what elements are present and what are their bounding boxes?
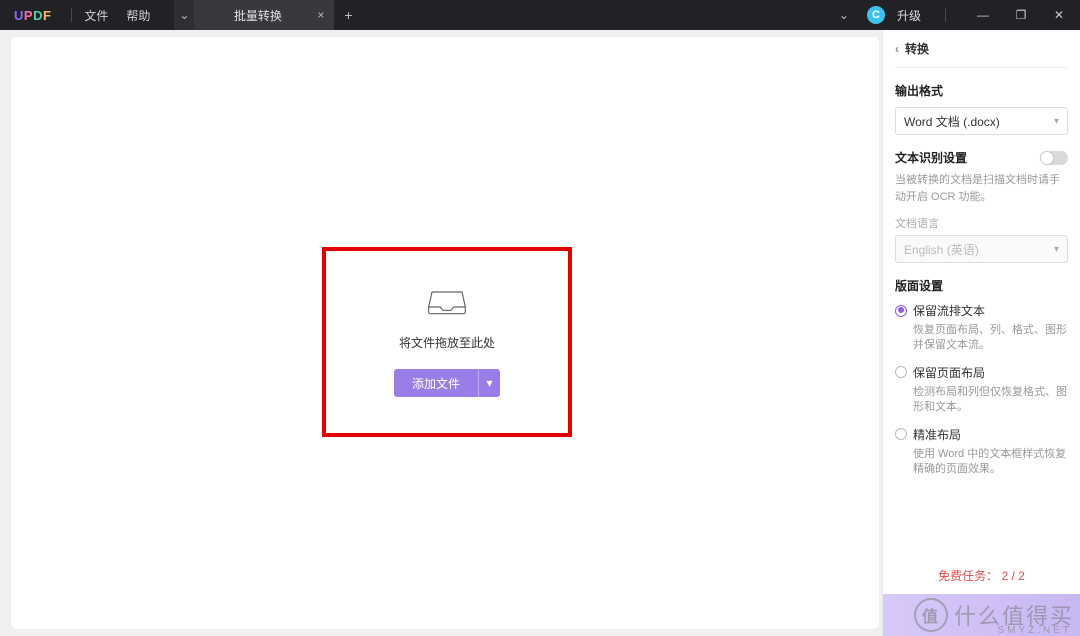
layout-option-desc: 检测布局和列但仅恢复格式、图形和文本。 bbox=[913, 385, 1068, 416]
separator bbox=[71, 8, 72, 22]
separator bbox=[945, 8, 946, 22]
layout-option-desc: 使用 Word 中的文本框样式恢复精确的页面效果。 bbox=[913, 447, 1068, 478]
inbox-icon bbox=[427, 287, 467, 320]
ocr-lang-value: English (英语) bbox=[904, 241, 979, 258]
layout-option-label: 保留页面布局 bbox=[913, 364, 985, 381]
layout-option-flow[interactable]: 保留流排文本 bbox=[895, 302, 1068, 319]
chevron-left-icon: ‹ bbox=[895, 42, 899, 56]
section-ocr: 文本识别设置 当被转换的文档是扫描文档时请手动开启 OCR 功能。 文档语言 E… bbox=[895, 149, 1068, 263]
tab-label: 批量转换 bbox=[214, 7, 301, 24]
radio-icon bbox=[895, 366, 907, 378]
tab-close-icon[interactable]: × bbox=[317, 8, 324, 22]
free-tasks-counter: 免费任务： 2 / 2 bbox=[895, 557, 1068, 594]
app-logo: UPDF bbox=[14, 8, 51, 23]
upgrade-button[interactable]: 升级 bbox=[897, 7, 921, 24]
chevron-down-icon: ▾ bbox=[1054, 116, 1059, 127]
ocr-hint: 当被转换的文档是扫描文档时请手动开启 OCR 功能。 bbox=[895, 172, 1068, 205]
tabs-overflow-icon[interactable]: ⌄ bbox=[833, 8, 855, 22]
titlebar-right: ⌄ C 升级 — ❐ ✕ bbox=[833, 6, 1072, 24]
chevron-down-icon: ▾ bbox=[1054, 244, 1059, 255]
section-layout: 版面设置 保留流排文本 恢复页面布局、列、格式、图形并保留文本流。 保留页面布局… bbox=[895, 277, 1068, 487]
tab-prev-button[interactable]: ⌄ bbox=[174, 0, 194, 30]
output-format-select[interactable]: Word 文档 (.docx) ▾ bbox=[895, 107, 1068, 135]
title-bar: UPDF 文件 帮助 ⌄ 批量转换 × + ⌄ C 升级 — ❐ ✕ bbox=[0, 0, 1080, 30]
dropzone-text: 将文件拖放至此处 bbox=[399, 334, 495, 351]
ocr-title: 文本识别设置 bbox=[895, 149, 967, 166]
radio-icon bbox=[895, 428, 907, 440]
output-format-title: 输出格式 bbox=[895, 82, 1068, 99]
ocr-toggle[interactable] bbox=[1040, 151, 1068, 165]
chevron-down-icon: ⌄ bbox=[179, 8, 189, 22]
tab-add-button[interactable]: + bbox=[334, 0, 362, 30]
layout-option-exact[interactable]: 精准布局 bbox=[895, 426, 1068, 443]
output-format-value: Word 文档 (.docx) bbox=[904, 113, 1000, 130]
panel-back[interactable]: ‹ 转换 bbox=[895, 40, 1068, 68]
layout-option-label: 保留流排文本 bbox=[913, 302, 985, 319]
user-avatar[interactable]: C bbox=[867, 6, 885, 24]
watermark-sub: SMYZ.NET bbox=[997, 625, 1072, 636]
layout-option-desc: 恢复页面布局、列、格式、图形并保留文本流。 bbox=[913, 323, 1068, 354]
workspace: 将文件拖放至此处 添加文件 ▾ ‹ 转换 输出格式 Word 文档 (.docx… bbox=[0, 30, 1080, 636]
add-file-button[interactable]: 添加文件 ▾ bbox=[394, 369, 500, 397]
layout-option-page[interactable]: 保留页面布局 bbox=[895, 364, 1068, 381]
main-canvas: 将文件拖放至此处 添加文件 ▾ bbox=[10, 36, 880, 630]
tab-batch-convert[interactable]: 批量转换 × bbox=[194, 0, 334, 30]
ocr-lang-select[interactable]: English (英语) ▾ bbox=[895, 235, 1068, 263]
ocr-lang-label: 文档语言 bbox=[895, 215, 1068, 231]
canvas-outer: 将文件拖放至此处 添加文件 ▾ bbox=[0, 30, 882, 636]
layout-title: 版面设置 bbox=[895, 277, 1068, 294]
window-minimize-icon[interactable]: — bbox=[970, 8, 996, 22]
settings-panel: ‹ 转换 输出格式 Word 文档 (.docx) ▾ 文本识别设置 当被转换的… bbox=[882, 30, 1080, 636]
tab-region: ⌄ 批量转换 × + bbox=[174, 0, 362, 30]
add-file-button-label: 添加文件 bbox=[394, 369, 478, 397]
window-restore-icon[interactable]: ❐ bbox=[1008, 8, 1034, 22]
dropzone[interactable]: 将文件拖放至此处 添加文件 ▾ bbox=[322, 247, 572, 437]
layout-option-label: 精准布局 bbox=[913, 426, 961, 443]
section-output-format: 输出格式 Word 文档 (.docx) ▾ bbox=[895, 82, 1068, 135]
menu-help[interactable]: 帮助 bbox=[126, 7, 150, 24]
window-close-icon[interactable]: ✕ bbox=[1046, 8, 1072, 22]
add-file-dropdown-icon[interactable]: ▾ bbox=[478, 369, 500, 397]
radio-icon bbox=[895, 305, 907, 317]
menu-file[interactable]: 文件 bbox=[84, 7, 108, 24]
panel-title: 转换 bbox=[905, 40, 929, 57]
